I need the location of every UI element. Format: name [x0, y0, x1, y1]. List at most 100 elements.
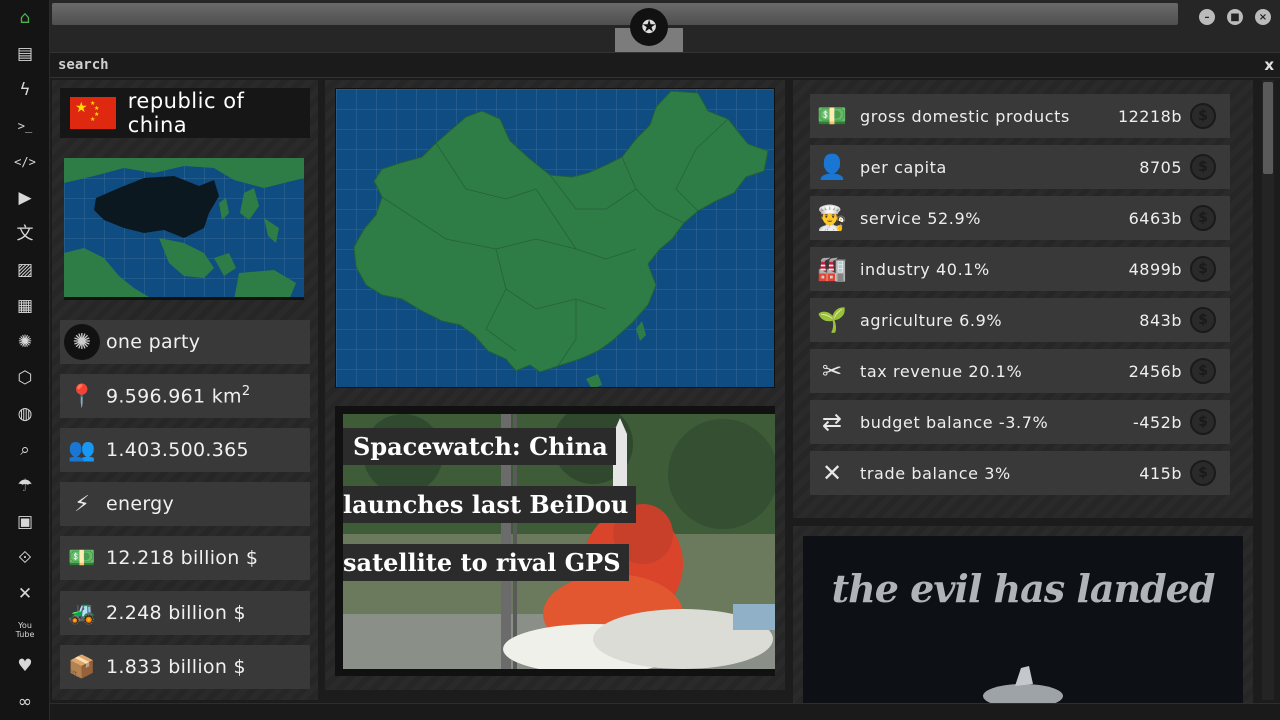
rebel-alliance-logo-icon[interactable]: ✪ [630, 8, 668, 46]
search-icon[interactable]: ⌕ [13, 438, 37, 462]
close-search-button[interactable]: x [1264, 56, 1274, 74]
dollar-icon[interactable]: $ [1190, 307, 1216, 333]
globe-icon[interactable]: ◍ [13, 402, 37, 426]
terminal-icon[interactable]: >_ [13, 114, 37, 138]
economy-row[interactable]: ✂ tax revenue 20.1% 2456b $ [810, 349, 1230, 393]
map-pin-icon: 📍 [68, 383, 96, 409]
movie-ad-banner[interactable]: the evil has landed [803, 536, 1243, 706]
code-icon[interactable]: </> [13, 150, 37, 174]
country-stat-row[interactable]: 👥 1.403.500.365 [60, 428, 310, 472]
country-stat-row[interactable]: 💵 12.218 billion $ [60, 536, 310, 580]
economy-value: 6463b [1128, 208, 1182, 228]
lightning-icon[interactable]: ϟ [13, 78, 37, 102]
economy-row[interactable]: ⇄ budget balance -3.7% -452b $ [810, 400, 1230, 444]
ad-figure-illustration [983, 666, 1063, 706]
economy-row[interactable]: 👨‍🍳 service 52.9% 6463b $ [810, 196, 1230, 240]
country-stat-value: 9.596.961 km2 [106, 384, 250, 407]
chef-icon: 👨‍🍳 [817, 204, 847, 232]
news-card[interactable]: Spacewatch: China launches last BeiDou sat… [335, 406, 775, 676]
dollar-icon[interactable]: $ [1190, 460, 1216, 486]
infinity-icon[interactable]: ∞ [13, 690, 37, 714]
stat-text: 2.248 billion $ [106, 602, 246, 624]
country-stat-row[interactable]: 📍 9.596.961 km2 [60, 374, 310, 418]
economy-row[interactable]: 🏭 industry 40.1% 4899b $ [810, 247, 1230, 291]
economy-row[interactable]: ✕ trade balance 3% 415b $ [810, 451, 1230, 495]
status-bar [50, 703, 1280, 720]
dollar-icon[interactable]: $ [1190, 358, 1216, 384]
economy-row[interactable]: 👤 per capita 8705 $ [810, 145, 1230, 189]
translate-icon[interactable]: 文 [13, 222, 37, 246]
world-minimap[interactable] [64, 158, 304, 300]
economy-value: 8705 [1139, 157, 1182, 177]
country-stat-row[interactable]: ⚡ energy [60, 482, 310, 526]
factory-icon: 🏭 [817, 255, 847, 283]
economy-label: agriculture 6.9% [860, 310, 1003, 330]
economy-label: service 52.9% [860, 208, 982, 228]
play-icon[interactable]: ▶ [13, 186, 37, 210]
person-icon: 👤 [817, 153, 847, 181]
dollar-icon[interactable]: $ [1190, 103, 1216, 129]
dollar-icon[interactable]: $ [1190, 154, 1216, 180]
dollar-icon[interactable]: $ [1190, 205, 1216, 231]
dollar-icon[interactable]: $ [1190, 256, 1216, 282]
economy-value: 12218b [1117, 106, 1182, 126]
economy-value: 2456b [1128, 361, 1182, 381]
scissors-money-icon: ✂ [821, 357, 843, 385]
country-name: republic of china [127, 89, 245, 137]
country-stat-value: 1.833 billion $ [106, 656, 246, 678]
sidebar: ⌂ ▤ ϟ >_ </> ▶ 文 ▨ ▦ ✺ ⬡ ◍ ⌕ ☂ ▣ ⟐ ✕ You Tube ♥ ∞ [0, 0, 50, 720]
maximize-button[interactable]: ■ [1227, 9, 1243, 25]
country-stat-value: one party [106, 331, 200, 353]
economy-label: tax revenue 20.1% [860, 361, 1023, 381]
economy-row[interactable]: 🌱 agriculture 6.9% 843b $ [810, 298, 1230, 342]
contact-icon[interactable]: ▣ [13, 510, 37, 534]
link-icon[interactable]: ⟐ [13, 546, 37, 570]
stat-text: energy [106, 493, 175, 515]
boxes-icon: 📦 [68, 654, 96, 680]
search-label[interactable]: search [58, 57, 109, 73]
newspaper-icon[interactable]: ▦ [13, 294, 37, 318]
lightning-icon: ⚡ [74, 491, 90, 517]
dollar-icon[interactable]: $ [1190, 409, 1216, 435]
economy-value: 843b [1139, 310, 1182, 330]
trade-cross-icon: ✕ [821, 459, 843, 487]
economy-value: 4899b [1128, 259, 1182, 279]
stat-text: 1.403.500.365 [106, 439, 249, 461]
expand-icon[interactable]: ✕ [13, 582, 37, 606]
economy-label: per capita [860, 157, 947, 177]
search-bar[interactable]: search x [50, 52, 1280, 78]
empire-icon: ✺ [64, 324, 100, 360]
address-bar[interactable] [52, 3, 1178, 25]
stat-text: 12.218 billion $ [106, 547, 259, 569]
money-pallet-icon: 💵 [817, 102, 847, 130]
scrollbar-thumb[interactable] [1263, 82, 1273, 174]
empire-icon[interactable]: ✺ [13, 330, 37, 354]
document-icon[interactable]: ▤ [13, 42, 37, 66]
image-icon[interactable]: ▨ [13, 258, 37, 282]
country-stat-row[interactable]: 📦 1.833 billion $ [60, 645, 310, 689]
stat-superscript: 2 [241, 384, 251, 400]
minimize-button[interactable]: – [1199, 9, 1215, 25]
economy-value: 415b [1139, 463, 1182, 483]
youtube-icon[interactable]: You Tube [13, 618, 37, 642]
country-header: ★ ★ ★ ★ ★ republic of china [60, 88, 310, 138]
title-bar: ✪ – ■ × [50, 0, 1280, 52]
home-icon[interactable]: ⌂ [13, 6, 37, 30]
news-headline-line[interactable]: launches last BeiDou [343, 486, 637, 523]
china-flag-icon: ★ ★ ★ ★ ★ [70, 97, 116, 129]
asia-minimap-svg [64, 158, 304, 297]
country-stat-value: 1.403.500.365 [106, 439, 249, 461]
news-headline-line[interactable]: satellite to rival GPS [343, 544, 629, 581]
umbrella-icon[interactable]: ☂ [13, 474, 37, 498]
hexagon-icon[interactable]: ⬡ [13, 366, 37, 390]
sprout-icon: 🌱 [817, 306, 847, 334]
heart-icon[interactable]: ♥ [13, 654, 37, 678]
close-window-button[interactable]: × [1255, 9, 1271, 25]
news-headline-line[interactable]: Spacewatch: China [343, 428, 616, 465]
country-map[interactable] [335, 88, 775, 388]
country-stat-row[interactable]: 🚜 2.248 billion $ [60, 591, 310, 635]
country-stat-row[interactable]: ✺ one party [60, 320, 310, 364]
economy-row[interactable]: 💵 gross domestic products 12218b $ [810, 94, 1230, 138]
stat-text: one party [106, 331, 201, 353]
stat-text: 9.596.961 km [106, 385, 242, 408]
